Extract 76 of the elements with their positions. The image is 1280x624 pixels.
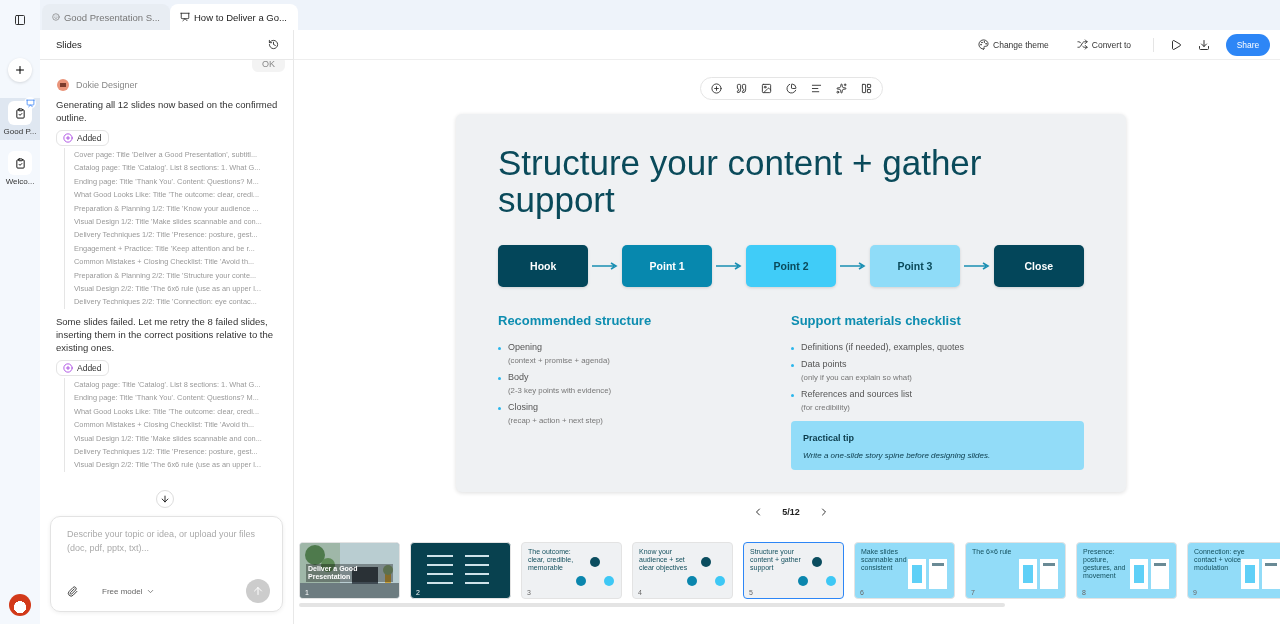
bullet-text: Opening: [508, 342, 544, 352]
section-heading: Recommended structure: [498, 313, 653, 328]
attach-icon[interactable]: [67, 585, 78, 597]
flow-step: Close: [993, 245, 1084, 287]
tip-text: Write a one-slide story spine before designing slides.: [803, 451, 992, 460]
arrow-down-icon: [160, 494, 170, 504]
arrow-up-icon: [252, 585, 264, 597]
scroll-down-button[interactable]: [156, 490, 174, 508]
sender-name: Dokie Designer: [76, 80, 138, 90]
project-item[interactable]: Good P...: [0, 98, 40, 140]
project-label: Welco...: [5, 177, 35, 186]
layout-icon[interactable]: [860, 83, 872, 94]
smiley-icon: [52, 12, 60, 22]
slide-content-drawing: [1241, 559, 1280, 591]
plus-icon: [63, 362, 73, 373]
bullet-icon: [791, 347, 794, 350]
slide-content-drawing: [908, 559, 948, 591]
tip-title: Practical tip: [803, 433, 856, 443]
panel-title: Slides: [56, 39, 82, 50]
plus-icon: [63, 133, 73, 143]
bullet-icon: [791, 364, 794, 367]
arrow-icon: [964, 262, 990, 270]
bullet-text: References and sources list: [801, 389, 913, 399]
bullet-text: Definitions (if needed), examples, quotes: [801, 342, 965, 352]
quote-icon[interactable]: [735, 83, 747, 94]
designer-avatar-icon: [56, 78, 70, 92]
share-button[interactable]: Share: [1226, 33, 1270, 56]
slide-title: Structure your content + gather support: [498, 144, 983, 218]
text-align-icon[interactable]: [810, 83, 822, 94]
bullet-text: Closing: [508, 402, 539, 412]
arrow-icon: [592, 262, 618, 270]
flow-step: Point 1: [621, 245, 713, 287]
section-heading: Support materials checklist: [791, 313, 962, 328]
bullet-icon: [498, 377, 501, 380]
sparkle-icon[interactable]: [835, 83, 847, 94]
arrow-icon: [716, 262, 742, 270]
bullet-text: Data points: [801, 359, 848, 369]
flow-step: Point 2: [745, 245, 837, 287]
document-tab[interactable]: How to Deliver a Go...: [170, 4, 298, 30]
sidebar-toggle-icon[interactable]: [12, 12, 28, 28]
chat-message: Some slides failed. Let me retry the 8 failed slides, inserting them in the correct positions relative to the existing ones.: [56, 314, 275, 354]
flow-step: Hook: [498, 245, 589, 287]
bullet-icon: [498, 407, 501, 410]
bullet-text: Body: [508, 372, 530, 382]
slide-content-drawing: [575, 557, 615, 587]
slide-content-drawing: [1019, 559, 1059, 591]
slide-content-drawing: [686, 557, 726, 587]
chat-message: Generating all 12 slides now based on the confirmed outline.: [56, 98, 279, 124]
clipboard-icon: [8, 151, 32, 175]
header-button[interactable]: Convert to: [1070, 38, 1137, 51]
shuffle-icon: [1076, 39, 1088, 50]
download-icon[interactable]: [1198, 38, 1210, 51]
arrow-icon: [840, 262, 866, 270]
history-icon[interactable]: [268, 39, 279, 50]
image-icon[interactable]: [760, 83, 772, 94]
header-button[interactable]: Change theme: [972, 38, 1055, 51]
slide-content-drawing: [1130, 559, 1170, 591]
document-tab[interactable]: Good Presentation S...: [42, 4, 170, 30]
project-item[interactable]: Welco...: [0, 148, 40, 190]
status-button[interactable]: Added: [56, 130, 109, 146]
flow-step: Point 3: [869, 245, 961, 287]
play-icon[interactable]: [1170, 38, 1182, 51]
bullet-icon: [498, 347, 501, 350]
presentation-icon: [180, 12, 190, 22]
plus-icon: [14, 64, 26, 76]
project-label: Good P...: [3, 127, 37, 136]
user-avatar[interactable]: [9, 594, 31, 616]
palette-icon: [978, 39, 989, 50]
new-project-button[interactable]: [8, 58, 32, 82]
status-button[interactable]: Added: [56, 359, 109, 376]
add-icon[interactable]: [710, 83, 722, 94]
model-dropdown[interactable]: Free model: [96, 585, 162, 597]
prompt-field[interactable]: Describe your topic or idea, or upload your files (doc, pdf, pptx, txt)... Free model: [50, 516, 283, 612]
bullet-icon: [791, 394, 794, 397]
page-counter: 5/12: [782, 507, 800, 517]
chart-icon[interactable]: [785, 83, 797, 94]
